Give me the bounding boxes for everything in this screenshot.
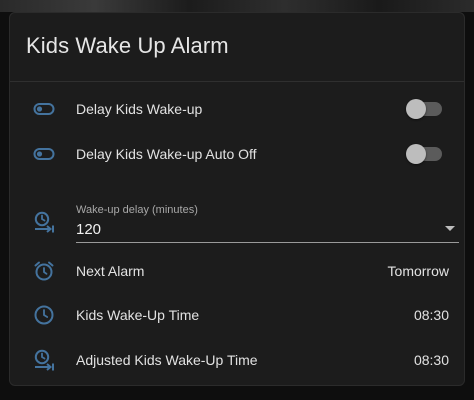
dropdown-arrow-icon[interactable] xyxy=(445,226,455,231)
row-label: Delay Kids Wake-up Auto Off xyxy=(76,146,257,162)
toggle-switch-icon xyxy=(32,97,56,121)
toggle-knob xyxy=(406,99,426,119)
row-value: 08:30 xyxy=(413,352,449,368)
alarm-clock-icon xyxy=(32,259,56,283)
row-delay-kids-wakeup-auto-off[interactable]: Delay Kids Wake-up Auto Off xyxy=(10,134,464,174)
row-label: Kids Wake-Up Time xyxy=(76,307,200,323)
row-wakeup-delay: Wake-up delay (minutes) 120 xyxy=(10,194,464,246)
clock-forward-icon xyxy=(32,210,56,234)
row-value: Tomorrow xyxy=(387,263,449,279)
entities-card: Kids Wake Up Alarm Delay Kids Wake-up De… xyxy=(9,12,465,386)
wakeup-delay-select[interactable]: Wake-up delay (minutes) 120 xyxy=(76,202,459,243)
row-delay-kids-wakeup[interactable]: Delay Kids Wake-up xyxy=(10,89,464,129)
toggle-knob xyxy=(406,144,426,164)
select-value: 120 xyxy=(76,221,102,238)
background-strip xyxy=(0,0,474,12)
row-label: Next Alarm xyxy=(76,263,145,279)
row-kids-wakeup-time[interactable]: Kids Wake-Up Time 08:30 xyxy=(10,295,464,335)
row-value: 08:30 xyxy=(413,307,449,323)
select-caption: Wake-up delay (minutes) xyxy=(76,204,198,216)
row-label: Adjusted Kids Wake-Up Time xyxy=(76,352,258,368)
toggle-switch-icon xyxy=(32,142,56,166)
title-divider xyxy=(10,81,464,82)
row-label: Delay Kids Wake-up xyxy=(76,101,203,117)
clock-icon xyxy=(32,303,56,327)
delay-kids-wakeup-auto-off-toggle[interactable] xyxy=(406,144,442,164)
row-adjusted-kids-wakeup-time[interactable]: Adjusted Kids Wake-Up Time 08:30 xyxy=(10,340,464,380)
delay-kids-wakeup-toggle[interactable] xyxy=(406,99,442,119)
row-next-alarm[interactable]: Next Alarm Tomorrow xyxy=(10,251,464,291)
card-title: Kids Wake Up Alarm xyxy=(26,33,229,58)
clock-forward-icon xyxy=(32,348,56,372)
